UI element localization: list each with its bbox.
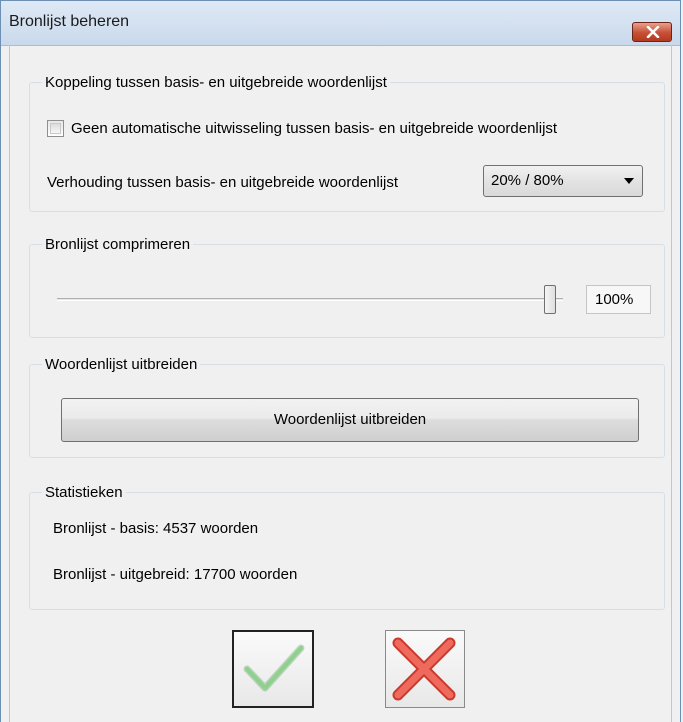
group-koppeling-legend: Koppeling tussen basis- en uitgebreide w… bbox=[42, 74, 390, 92]
group-statistieken: Statistieken bbox=[29, 484, 665, 610]
ratio-dropdown[interactable]: 20% / 80% bbox=[483, 165, 643, 197]
group-comprimeren-legend: Bronlijst comprimeren bbox=[42, 236, 194, 254]
close-icon bbox=[646, 26, 660, 38]
window-title: Bronlijst beheren bbox=[9, 13, 130, 30]
compress-value-text: 100% bbox=[595, 291, 634, 308]
no-auto-exchange-checkbox[interactable] bbox=[47, 120, 64, 137]
compress-value-field: 100% bbox=[586, 285, 651, 314]
ratio-dropdown-value: 20% / 80% bbox=[491, 172, 564, 189]
close-button[interactable] bbox=[632, 22, 672, 42]
dropdown-arrow-icon bbox=[624, 178, 634, 184]
title-bar: Bronlijst beheren bbox=[1, 1, 680, 46]
group-uitbreiden-legend: Woordenlijst uitbreiden bbox=[42, 356, 201, 374]
cross-icon bbox=[392, 637, 456, 701]
ratio-label: Verhouding tussen basis- en uitgebreide … bbox=[47, 174, 399, 191]
compress-slider-track[interactable] bbox=[57, 298, 563, 301]
compress-slider-thumb[interactable] bbox=[544, 285, 556, 314]
extend-wordlist-button[interactable]: Woordenlijst uitbreiden bbox=[61, 398, 639, 442]
group-comprimeren: Bronlijst comprimeren bbox=[29, 236, 665, 338]
stat-basis: Bronlijst - basis: 4537 woorden bbox=[53, 520, 259, 537]
checkmark-icon bbox=[243, 644, 305, 692]
no-auto-exchange-label[interactable]: Geen automatische uitwisseling tussen ba… bbox=[71, 120, 557, 137]
group-statistieken-legend: Statistieken bbox=[42, 484, 126, 502]
cancel-button[interactable] bbox=[385, 630, 465, 708]
ok-button[interactable] bbox=[232, 630, 314, 708]
stat-uitgebreid: Bronlijst - uitgebreid: 17700 woorden bbox=[53, 566, 298, 583]
